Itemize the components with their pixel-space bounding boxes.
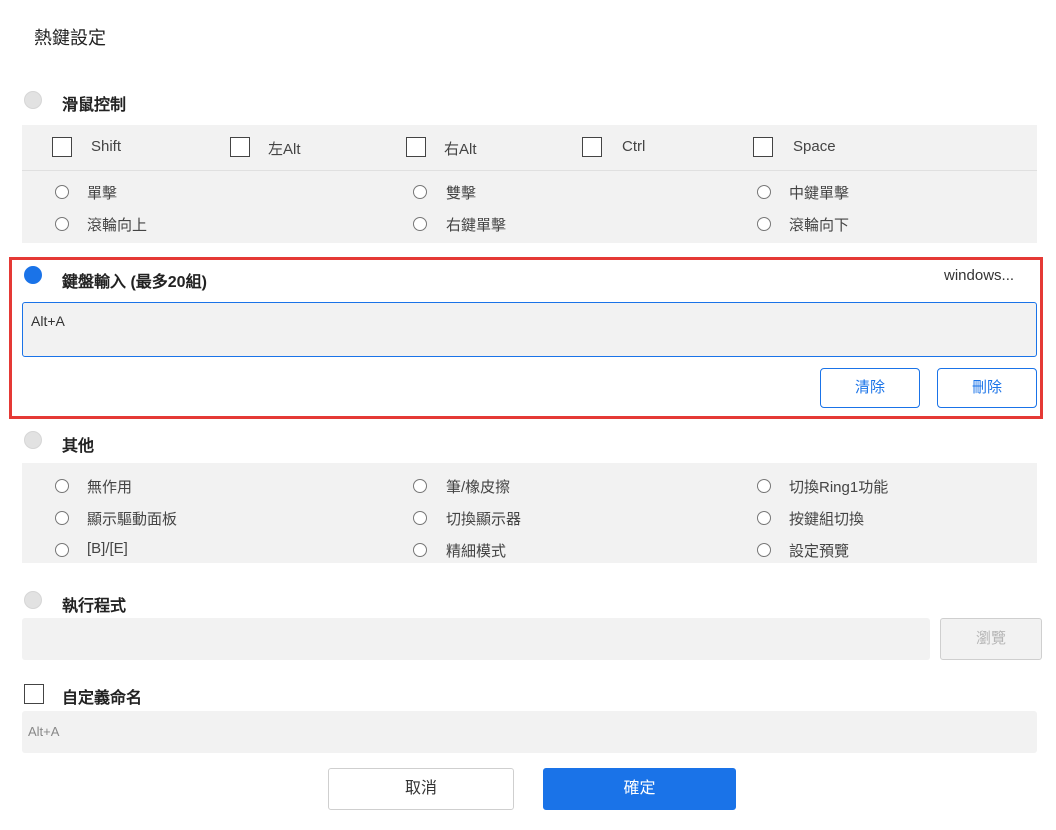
custom-name-checkbox[interactable] <box>24 684 44 704</box>
space-label: Space <box>793 138 836 155</box>
action-middle-click-radio[interactable] <box>757 185 771 199</box>
mouse-control-panel <box>22 125 1037 243</box>
right-alt-label: 右Alt <box>444 141 477 158</box>
option-no-action-label: 無作用 <box>87 479 133 496</box>
custom-name-label: 自定義命名 <box>62 690 143 707</box>
delete-button[interactable]: 刪除 <box>937 368 1037 408</box>
left-alt-checkbox[interactable] <box>230 137 250 157</box>
mouse-panel-divider <box>22 170 1037 171</box>
action-right-click-radio[interactable] <box>413 217 427 231</box>
left-alt-label: 左Alt <box>268 141 301 158</box>
modifier-right-alt[interactable] <box>406 137 426 157</box>
option-show-driver-panel-radio[interactable] <box>55 511 69 525</box>
option-pen-eraser-radio[interactable] <box>413 479 427 493</box>
option-switch-display-label: 切換顯示器 <box>446 511 522 528</box>
option-b-e-radio[interactable] <box>55 543 69 557</box>
modifier-shift[interactable] <box>52 137 72 157</box>
confirm-button[interactable]: 確定 <box>543 768 736 810</box>
action-middle-click-label: 中鍵單擊 <box>789 185 850 202</box>
option-switch-ring1-radio[interactable] <box>757 479 771 493</box>
action-scroll-up-label: 滾輪向上 <box>87 217 148 234</box>
option-switch-ring1-label: 切換Ring1功能 <box>789 479 889 496</box>
action-scroll-down-label: 滾輪向下 <box>789 217 850 234</box>
space-checkbox[interactable] <box>753 137 773 157</box>
ctrl-label: Ctrl <box>622 138 646 155</box>
shift-checkbox[interactable] <box>52 137 72 157</box>
other-label: 其他 <box>62 438 95 455</box>
right-alt-checkbox[interactable] <box>406 137 426 157</box>
option-key-group-switch-radio[interactable] <box>757 511 771 525</box>
mouse-control-label: 滑鼠控制 <box>62 97 127 114</box>
option-b-e-label: [B]/[E] <box>87 540 128 557</box>
option-pen-eraser-label: 筆/橡皮擦 <box>446 479 511 496</box>
action-double-click-label: 雙擊 <box>446 185 477 202</box>
option-no-action-radio[interactable] <box>55 479 69 493</box>
ctrl-checkbox[interactable] <box>582 137 602 157</box>
action-scroll-up-radio[interactable] <box>55 217 69 231</box>
option-settings-preview-radio[interactable] <box>757 543 771 557</box>
action-double-click-radio[interactable] <box>413 185 427 199</box>
dialog-title: 熱鍵設定 <box>34 28 106 48</box>
os-selector[interactable]: windows... <box>944 267 1014 284</box>
modifier-left-alt[interactable] <box>230 137 250 157</box>
option-key-group-switch-label: 按鍵組切換 <box>789 511 865 528</box>
option-precision-mode-label: 精細模式 <box>446 543 507 560</box>
keyboard-shortcut-input[interactable]: Alt+A <box>22 302 1037 357</box>
keyboard-input-radio[interactable] <box>24 266 42 284</box>
action-single-click-label: 單擊 <box>87 185 118 202</box>
modifier-ctrl[interactable] <box>582 137 602 157</box>
action-scroll-down-radio[interactable] <box>757 217 771 231</box>
run-program-label: 執行程式 <box>62 598 127 615</box>
shift-label: Shift <box>91 138 122 155</box>
custom-name-input[interactable]: Alt+A <box>22 711 1037 753</box>
modifier-space[interactable] <box>753 137 773 157</box>
cancel-button[interactable]: 取消 <box>328 768 514 810</box>
option-precision-mode-radio[interactable] <box>413 543 427 557</box>
run-program-radio[interactable] <box>24 591 42 609</box>
program-path-input[interactable] <box>22 618 930 660</box>
option-switch-display-radio[interactable] <box>413 511 427 525</box>
mouse-control-radio[interactable] <box>24 91 42 109</box>
option-show-driver-panel-label: 顯示驅動面板 <box>87 511 178 528</box>
browse-button[interactable]: 瀏覽 <box>940 618 1042 660</box>
action-single-click-radio[interactable] <box>55 185 69 199</box>
action-right-click-label: 右鍵單擊 <box>446 217 507 234</box>
other-radio[interactable] <box>24 431 42 449</box>
keyboard-input-label: 鍵盤輸入 (最多20組) <box>62 274 207 291</box>
option-settings-preview-label: 設定預覽 <box>789 543 850 560</box>
clear-button[interactable]: 清除 <box>820 368 920 408</box>
